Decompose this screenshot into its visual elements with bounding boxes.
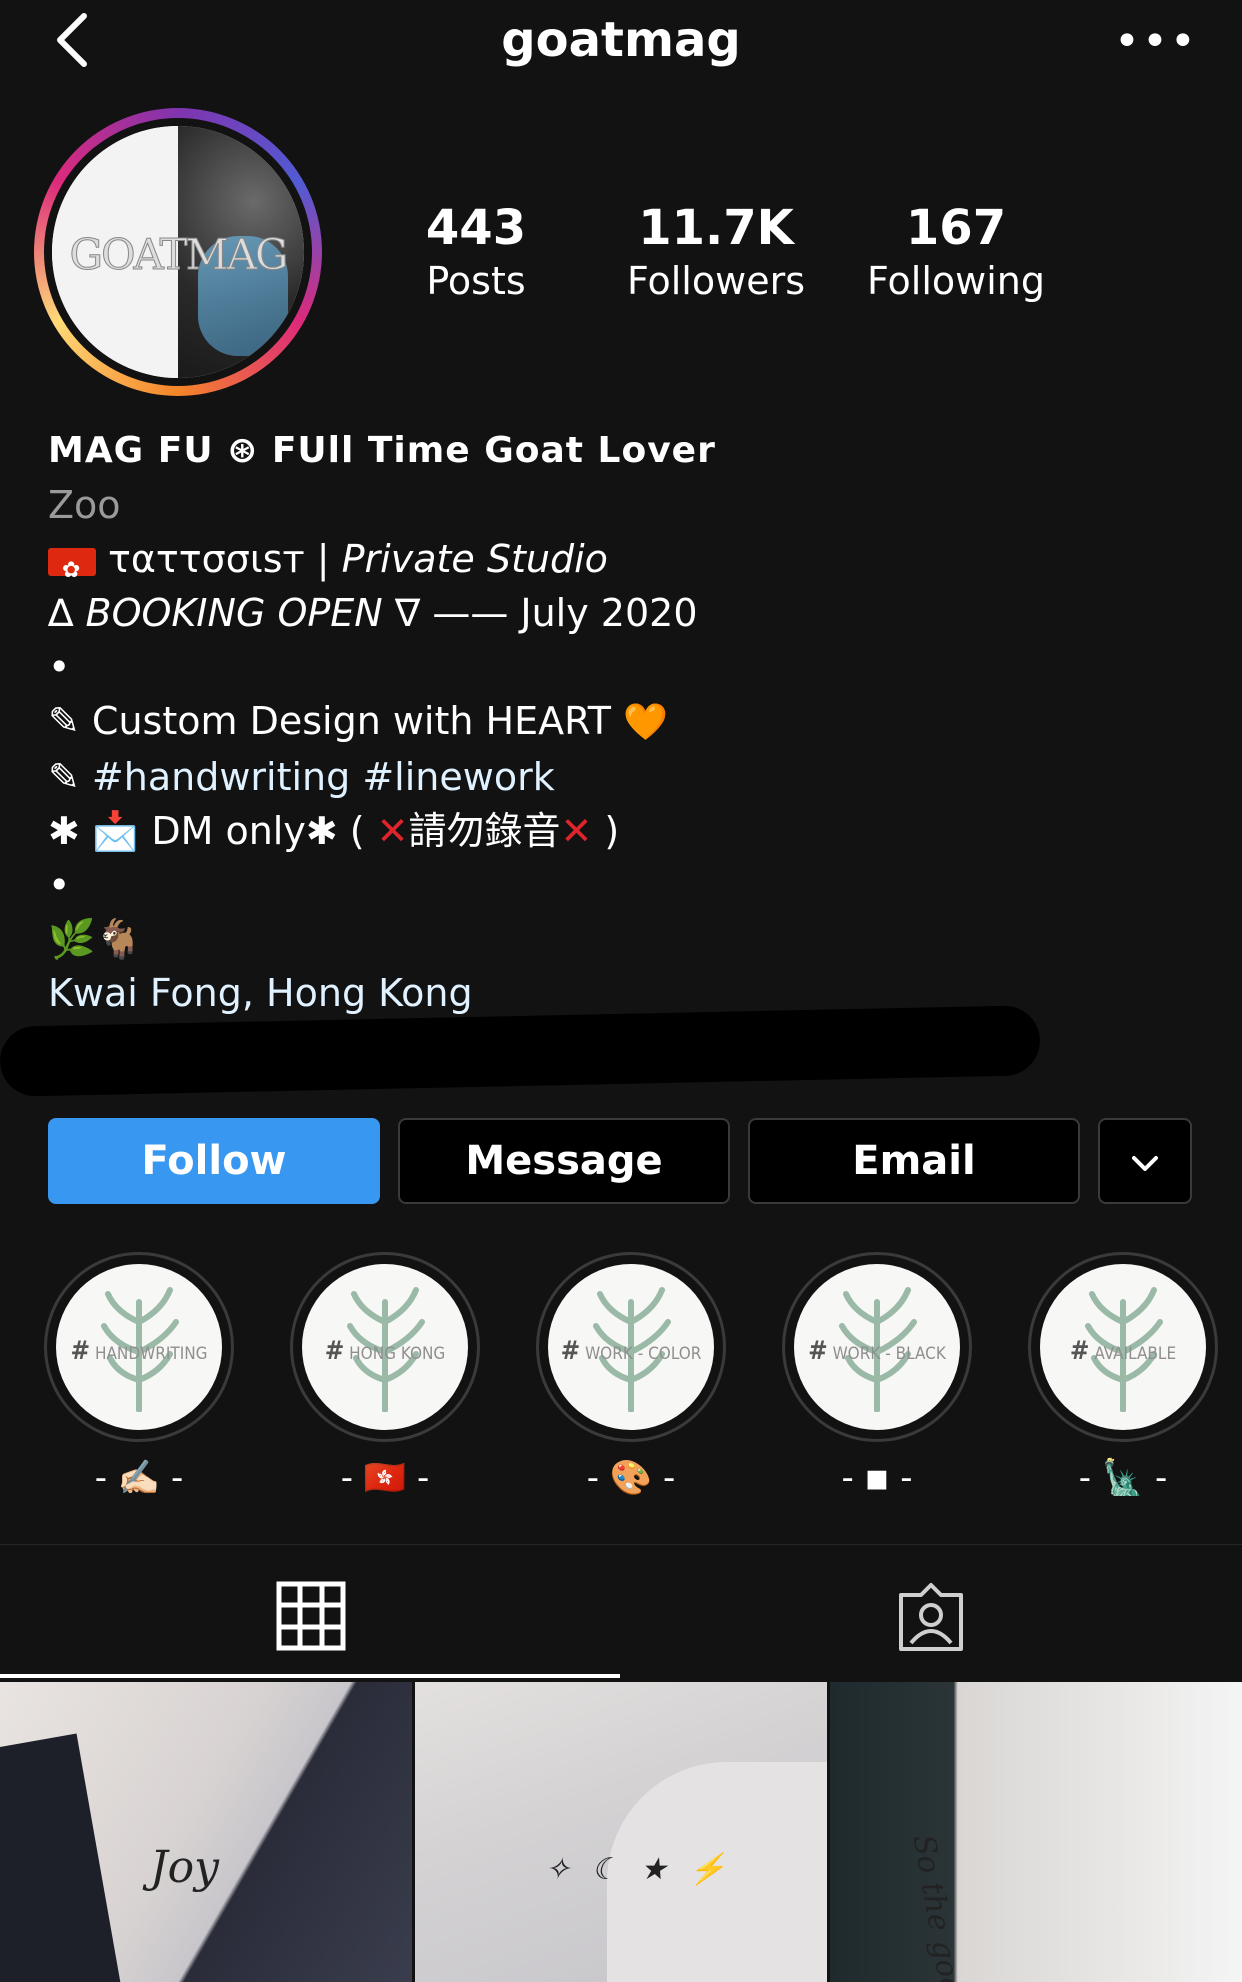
highlight-cover: # WORK - COLOR [548, 1264, 714, 1430]
hashtag-linework-link[interactable]: #linework [350, 755, 554, 799]
followers-label: Followers [627, 259, 805, 303]
more-options-icon[interactable]: ••• [1114, 20, 1196, 64]
tagged-person-icon [899, 1583, 963, 1651]
avatar-story-ring[interactable]: GOATMAG [34, 108, 322, 396]
chevron-down-icon [1132, 1156, 1158, 1171]
tab-tagged[interactable] [621, 1545, 1242, 1681]
highlight-label: WORK - COLOR [585, 1344, 702, 1364]
followers-count: 11.7K [638, 200, 794, 256]
post-caption: So the good [905, 1832, 972, 1982]
post-caption: ✧ ☾ ★ ⚡ [545, 1852, 732, 1887]
profile-tabs [0, 1544, 1242, 1680]
email-button[interactable]: Email [748, 1118, 1080, 1204]
highlight-label: AVAILABLE [1094, 1344, 1177, 1364]
highlight-label: HONG KONG [349, 1344, 446, 1364]
highlight-caption: - 🇭🇰 - [340, 1458, 430, 1498]
post-thumbnail[interactable]: So the good [830, 1682, 1242, 1982]
highlight-cover: # HANDWRITING [56, 1264, 222, 1430]
highlight-available[interactable]: # AVAILABLE - 🗽 - [1028, 1252, 1218, 1512]
highlight-work-color[interactable]: # WORK - COLOR - 🎨 - [536, 1252, 726, 1512]
profile-name: MAG FU ⊛ FUll Time Goat Lover [48, 430, 716, 471]
bio-tags-line: ✎ #handwriting #linework [48, 755, 555, 799]
post-thumbnail[interactable]: Joy [0, 1682, 412, 1982]
highlight-caption: - ✍🏻 - [94, 1458, 184, 1498]
posts-label: Posts [426, 259, 526, 303]
highlight-cover: # AVAILABLE [1040, 1264, 1206, 1430]
profile-bio: MAG FU ⊛ FUll Time Goat Lover Zoo ταττσσ… [48, 424, 1198, 1020]
highlight-cover: # HONG KONG [302, 1264, 468, 1430]
hashtag-handwriting-link[interactable]: #handwriting [92, 755, 350, 799]
following-count: 167 [905, 200, 1007, 256]
grid-icon [276, 1581, 346, 1651]
avatar-logo-text: GOATMAG [69, 230, 289, 280]
post-thumbnail[interactable]: ✧ ☾ ★ ⚡ [415, 1682, 827, 1982]
red-x-icon: ✕ [376, 809, 409, 853]
profile-category: Zoo [48, 483, 121, 527]
highlight-handwriting[interactable]: # HANDWRITING - ✍🏻 - [44, 1252, 234, 1512]
bio-dot: • [48, 645, 71, 689]
suggested-dropdown-button[interactable] [1098, 1118, 1192, 1204]
highlight-hong-kong[interactable]: # HONG KONG - 🇭🇰 - [290, 1252, 480, 1512]
following-label: Following [867, 259, 1045, 303]
posts-stat[interactable]: 443 Posts [366, 200, 586, 306]
orange-heart-icon: 🧡 [623, 702, 668, 743]
profile-username: goatmag [501, 12, 741, 68]
red-x-icon: ✕ [560, 809, 593, 853]
bio-dm-line: ✱ 📩 DM only✱ ( ✕請勿錄音✕ ) [48, 809, 620, 853]
hong-kong-flag-icon [48, 544, 96, 598]
followers-stat[interactable]: 11.7K Followers [606, 200, 826, 306]
bio-design-line: ✎ Custom Design with HEART 🧡 [48, 699, 668, 743]
highlight-cover: # WORK - BLACK [794, 1264, 960, 1430]
active-tab-indicator [0, 1674, 620, 1678]
follow-button[interactable]: Follow [48, 1118, 380, 1204]
highlight-label: HANDWRITING [94, 1344, 208, 1364]
highlight-work-black[interactable]: # WORK - BLACK - ◾ - [782, 1252, 972, 1512]
post-caption: Joy [150, 1842, 219, 1893]
top-bar: goatmag ••• [0, 0, 1242, 92]
highlight-label: WORK - BLACK [832, 1344, 946, 1364]
herb-goat-emoji: 🌿🐐 [48, 917, 143, 961]
bio-dot: • [48, 863, 71, 907]
tab-grid[interactable] [0, 1545, 621, 1681]
following-stat[interactable]: 167 Following [846, 200, 1066, 306]
message-button[interactable]: Message [398, 1118, 730, 1204]
avatar[interactable]: GOATMAG [52, 126, 304, 378]
posts-count: 443 [425, 200, 527, 256]
highlight-caption: - ◾ - [841, 1458, 913, 1498]
highlight-caption: - 🎨 - [586, 1458, 676, 1498]
bio-studio-line: ταττσσιѕт | Private Studio [48, 532, 1198, 598]
highlight-caption: - 🗽 - [1078, 1458, 1168, 1498]
bio-booking-line: ∆ BOOKING OPEN ∇ —— July 2020 [48, 591, 698, 635]
